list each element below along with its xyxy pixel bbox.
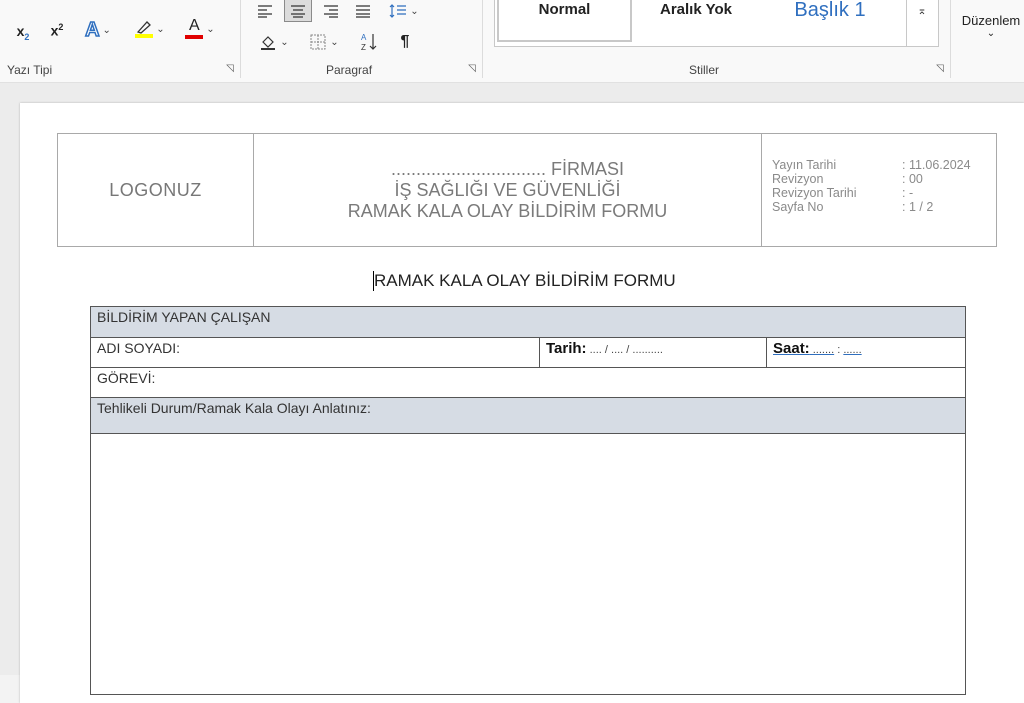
align-right-button[interactable] <box>318 0 344 22</box>
group-divider <box>240 0 241 78</box>
superscript-icon: x2 <box>50 21 64 39</box>
text-effects-button[interactable]: A ⌄ <box>78 18 118 42</box>
table-row: ADI SOYADI: Tarih: .... / .... / .......… <box>91 338 965 368</box>
styles-dialog-launcher-icon[interactable]: ◹ <box>934 62 946 74</box>
form-table: BİLDİRİM YAPAN ÇALIŞAN ADI SOYADI: Tarih… <box>90 306 966 695</box>
meta-row: Revizyon Tarihi: - <box>772 186 914 200</box>
font-color-button[interactable]: A ⌄ <box>178 16 222 42</box>
shading-button[interactable]: ⌄ <box>254 30 294 54</box>
sort-icon: AZ <box>361 33 377 52</box>
borders-icon <box>310 34 326 50</box>
font-color-icon: A <box>185 18 204 39</box>
chevron-down-icon: ⌄ <box>410 5 419 17</box>
time-separator: : <box>834 344 844 356</box>
section-label: BİLDİRİM YAPAN ÇALIŞAN <box>97 309 271 325</box>
font-dialog-launcher-icon[interactable]: ◹ <box>224 62 236 74</box>
meta-row: Revizyon: 00 <box>772 172 923 186</box>
editing-button[interactable]: Düzenlem ⌄ <box>958 8 1024 44</box>
form-title: RAMAK KALA OLAY BİLDİRİM FORMU <box>374 271 676 290</box>
paragraph-group-label: Paragraf <box>326 63 373 77</box>
description-field[interactable] <box>91 434 965 694</box>
editing-label: Düzenlem <box>961 13 1021 28</box>
company-name: ............................... FİRMASI <box>390 158 625 179</box>
date-field[interactable]: Tarih: .... / .... / .......... <box>540 338 767 367</box>
line-spacing-icon <box>389 4 407 18</box>
time-hours: ....... <box>809 344 835 356</box>
document-meta: Yayın Tarihi: 11.06.2024 Revizyon: 00 Re… <box>762 134 996 246</box>
show-formatting-button[interactable]: ¶ <box>392 30 418 54</box>
svg-text:A: A <box>361 33 367 42</box>
chevron-down-icon: ⌅ <box>917 5 927 17</box>
chevron-down-icon: ⌄ <box>102 24 111 36</box>
style-normal[interactable]: Normal <box>497 0 632 42</box>
borders-button[interactable]: ⌄ <box>302 30 346 54</box>
font-group-label: Yazı Tipi <box>7 63 53 77</box>
chevron-down-icon: ⌄ <box>206 23 215 35</box>
section-header-reporter: BİLDİRİM YAPAN ÇALIŞAN <box>91 307 965 338</box>
align-center-icon <box>291 4 305 18</box>
time-minutes: ...... <box>843 344 862 356</box>
group-divider <box>950 0 951 78</box>
highlighter-icon <box>135 20 154 38</box>
style-no-spacing[interactable]: Aralık Yok <box>632 0 760 44</box>
meta-row: Yayın Tarihi: 11.06.2024 <box>772 158 971 172</box>
style-heading-1[interactable]: Başlık 1 <box>765 0 895 44</box>
header-table: LOGONUZ ............................... … <box>57 133 997 247</box>
date-value: .... / .... / .......... <box>586 344 663 356</box>
line-spacing-button[interactable]: ⌄ <box>384 0 424 22</box>
subscript-button[interactable]: x2 <box>10 20 36 44</box>
justify-icon <box>356 5 370 18</box>
align-left-icon <box>258 5 272 18</box>
align-center-button[interactable] <box>284 0 312 22</box>
date-label: Tarih: <box>546 340 587 357</box>
header-form-name: RAMAK KALA OLAY BİLDİRİM FORMU <box>347 200 668 221</box>
paragraph-dialog-launcher-icon[interactable]: ◹ <box>466 62 478 74</box>
description-label: Tehlikeli Durum/Ramak Kala Olayı Anlatın… <box>97 400 371 416</box>
highlight-color-button[interactable]: ⌄ <box>128 16 172 42</box>
pilcrow-icon: ¶ <box>400 33 410 50</box>
time-field[interactable]: Saat: ....... : ...... <box>767 338 965 367</box>
logo-placeholder: LOGONUZ <box>58 134 254 246</box>
chevron-down-icon: ⌄ <box>330 36 339 48</box>
table-row: GÖREVİ: <box>91 368 965 398</box>
svg-text:Z: Z <box>361 43 366 52</box>
time-label: Saat: <box>773 340 810 357</box>
subscript-icon: x2 <box>16 22 30 42</box>
header-title: ............................... FİRMASI … <box>254 134 762 246</box>
justify-button[interactable] <box>350 0 376 22</box>
align-right-icon <box>324 5 338 18</box>
document-page[interactable]: LOGONUZ ............................... … <box>20 103 1024 703</box>
section-header-description: Tehlikeli Durum/Ramak Kala Olayı Anlatın… <box>91 398 965 434</box>
role-field[interactable]: GÖREVİ: <box>91 368 965 397</box>
styles-group-label: Stiller <box>689 63 720 77</box>
chevron-down-icon: ⌄ <box>156 23 165 35</box>
text-effects-icon: A <box>84 18 100 42</box>
styles-gallery: Normal Aralık Yok Başlık 1 <box>494 0 939 47</box>
meta-row: Sayfa No: 1 / 2 <box>772 200 934 214</box>
chevron-down-icon: ⌄ <box>280 36 289 48</box>
header-subtitle: İŞ SAĞLIĞI VE GÜVENLİĞİ <box>394 179 621 200</box>
document-canvas: LOGONUZ ............................... … <box>0 83 1024 703</box>
sort-button[interactable]: AZ <box>356 30 382 54</box>
role-label: GÖREVİ: <box>97 370 156 386</box>
chevron-down-icon: ⌄ <box>986 28 996 39</box>
styles-more-button[interactable]: ⌅ <box>906 0 937 46</box>
paint-bucket-icon <box>261 36 276 50</box>
name-label: ADI SOYADI: <box>97 340 180 356</box>
align-left-button[interactable] <box>252 0 278 22</box>
ribbon: x2 x2 A ⌄ ⌄ A ⌄ Yazı Tipi ◹ ⌄ ⌄ ⌄ A Z ¶ … <box>0 0 1024 83</box>
superscript-button[interactable]: x2 <box>44 18 70 42</box>
group-divider <box>482 0 483 78</box>
name-field[interactable]: ADI SOYADI: <box>91 338 540 367</box>
